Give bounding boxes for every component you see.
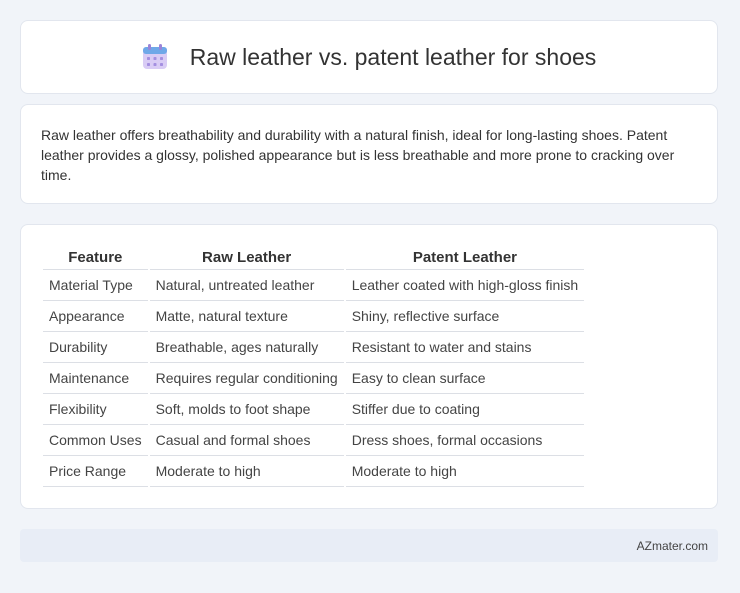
table-cell-feature: Material Type [43, 270, 148, 301]
table-cell-patent-leather: Dress shoes, formal occasions [345, 425, 585, 456]
table-cell-raw-leather: Moderate to high [149, 456, 344, 487]
table-row: Appearance Matte, natural texture Shiny,… [43, 301, 585, 332]
column-header-raw-leather: Raw Leather [149, 245, 344, 270]
table-cell-patent-leather: Easy to clean surface [345, 363, 585, 394]
comparison-table: Feature Raw Leather Patent Leather Mater… [41, 245, 586, 487]
table-row: Flexibility Soft, molds to foot shape St… [43, 394, 585, 425]
page-title: Raw leather vs. patent leather for shoes [189, 43, 597, 70]
table-cell-raw-leather: Casual and formal shoes [149, 425, 344, 456]
calendar-icon [142, 44, 168, 70]
table-header-row: Feature Raw Leather Patent Leather [43, 245, 585, 270]
comparison-table-card: Feature Raw Leather Patent Leather Mater… [20, 224, 718, 509]
column-header-feature: Feature [43, 245, 148, 270]
summary-text: Raw leather offers breathability and dur… [41, 127, 675, 183]
table-cell-patent-leather: Shiny, reflective surface [345, 301, 585, 332]
table-cell-raw-leather: Soft, molds to foot shape [149, 394, 344, 425]
table-cell-feature: Maintenance [43, 363, 148, 394]
table-cell-feature: Durability [43, 332, 148, 363]
table-cell-patent-leather: Moderate to high [345, 456, 585, 487]
table-row: Durability Breathable, ages naturally Re… [43, 332, 585, 363]
table-row: Common Uses Casual and formal shoes Dres… [43, 425, 585, 456]
table-cell-raw-leather: Matte, natural texture [149, 301, 344, 332]
table-cell-feature: Appearance [43, 301, 148, 332]
table-cell-raw-leather: Breathable, ages naturally [149, 332, 344, 363]
table-cell-patent-leather: Resistant to water and stains [345, 332, 585, 363]
table-cell-feature: Price Range [43, 456, 148, 487]
table-cell-raw-leather: Natural, untreated leather [149, 270, 344, 301]
table-row: Material Type Natural, untreated leather… [43, 270, 585, 301]
table-cell-feature: Common Uses [43, 425, 148, 456]
column-header-patent-leather: Patent Leather [345, 245, 585, 270]
table-cell-raw-leather: Requires regular conditioning [149, 363, 344, 394]
table-cell-feature: Flexibility [43, 394, 148, 425]
footer-bar: AZmater.com [20, 529, 718, 562]
title-card: Raw leather vs. patent leather for shoes [20, 20, 718, 94]
footer-brand[interactable]: AZmater.com [637, 539, 708, 553]
table-row: Maintenance Requires regular conditionin… [43, 363, 585, 394]
table-row: Price Range Moderate to high Moderate to… [43, 456, 585, 487]
summary-card: Raw leather offers breathability and dur… [20, 104, 718, 204]
table-cell-patent-leather: Stiffer due to coating [345, 394, 585, 425]
table-cell-patent-leather: Leather coated with high-gloss finish [345, 270, 585, 301]
